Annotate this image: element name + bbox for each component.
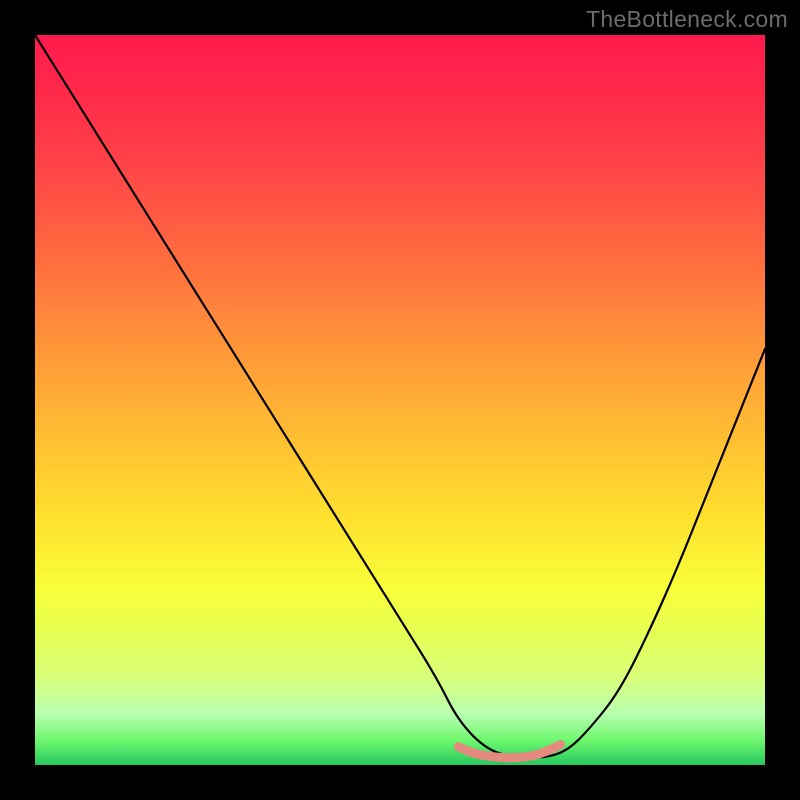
series-layer — [35, 35, 765, 758]
plot-area — [35, 35, 765, 765]
series-sweet-spot — [458, 745, 560, 758]
series-bottleneck-curve — [35, 35, 765, 758]
watermark-text: TheBottleneck.com — [586, 6, 788, 33]
chart-stage: TheBottleneck.com — [0, 0, 800, 800]
chart-svg — [35, 35, 765, 765]
